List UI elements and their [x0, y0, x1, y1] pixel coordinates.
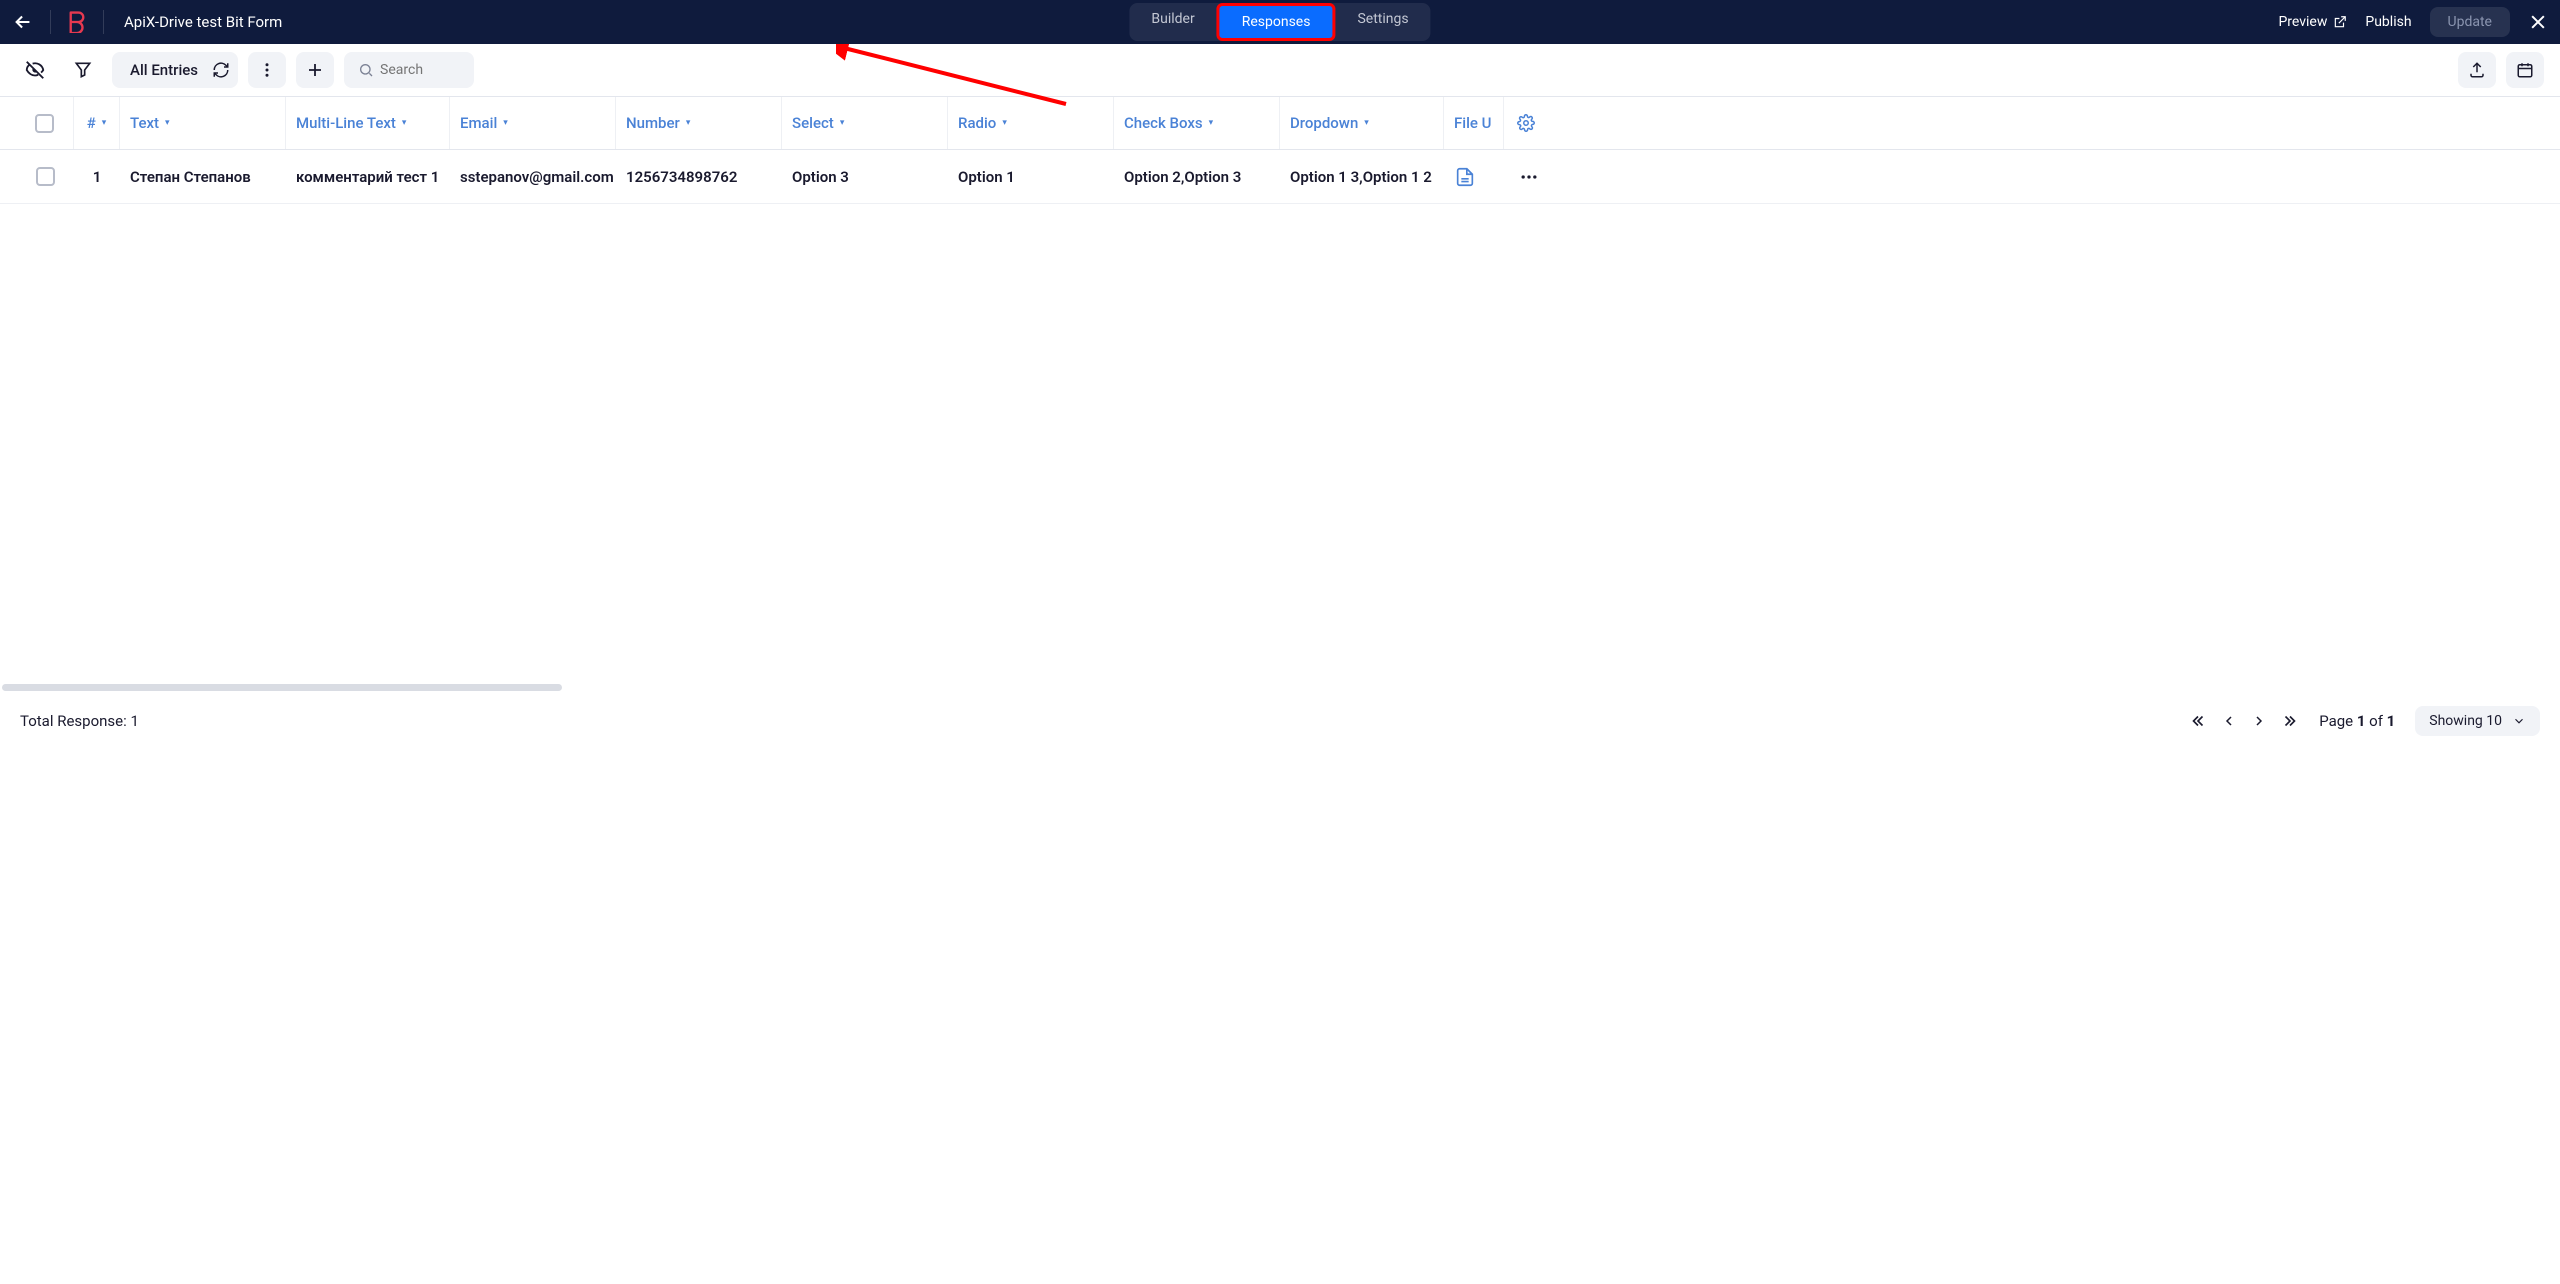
- column-index[interactable]: #▾: [74, 97, 120, 149]
- total-response: Total Response: 1: [20, 712, 139, 730]
- column-radio[interactable]: Radio▾: [948, 97, 1114, 149]
- column-dropdown[interactable]: Dropdown▾: [1280, 97, 1444, 149]
- footer: Total Response: 1 Page 1 of 1 Showing 10: [0, 692, 2560, 750]
- select-all-cell[interactable]: [16, 97, 74, 149]
- cell-radio: Option 1: [948, 150, 1114, 203]
- page-size-label: Showing 10: [2429, 713, 2502, 729]
- cell-email: sstepanov@gmail.com: [450, 150, 616, 203]
- close-button[interactable]: [2528, 12, 2548, 32]
- page-prev[interactable]: [2221, 713, 2237, 729]
- horizontal-scrollbar[interactable]: [0, 684, 2560, 692]
- add-button[interactable]: [296, 52, 334, 88]
- toolbar: All Entries: [0, 44, 2560, 96]
- cell-multiline: комментарий тест 1: [286, 150, 450, 203]
- gear-icon: [1517, 114, 1535, 132]
- form-title: ApiX-Drive test Bit Form: [124, 13, 282, 31]
- cell-number: 1256734898762: [616, 150, 782, 203]
- refresh-icon[interactable]: [212, 61, 230, 79]
- cell-text: Степан Степанов: [120, 150, 286, 203]
- pager: Page 1 of 1 Showing 10: [2189, 706, 2540, 736]
- preview-link[interactable]: Preview: [2278, 14, 2347, 30]
- calendar-button[interactable]: [2506, 52, 2544, 88]
- column-checkboxes[interactable]: Check Boxs▾: [1114, 97, 1280, 149]
- document-icon: [1454, 165, 1476, 189]
- column-text[interactable]: Text▾: [120, 97, 286, 149]
- column-file[interactable]: File U: [1444, 97, 1504, 149]
- visibility-toggle[interactable]: [16, 52, 54, 88]
- tab-settings[interactable]: Settings: [1335, 3, 1430, 41]
- search-input[interactable]: [380, 62, 460, 78]
- more-menu[interactable]: [248, 52, 286, 88]
- main-tabs: Builder Responses Settings: [1129, 3, 1430, 41]
- cell-file[interactable]: [1444, 150, 1504, 203]
- publish-link[interactable]: Publish: [2365, 14, 2411, 30]
- page-last[interactable]: [2281, 712, 2299, 730]
- cell-checkboxes: Option 2,Option 3: [1114, 150, 1280, 203]
- tab-builder[interactable]: Builder: [1129, 3, 1216, 41]
- cell-index: 1: [74, 150, 120, 203]
- preview-label: Preview: [2278, 14, 2327, 30]
- back-button[interactable]: [12, 11, 34, 33]
- chevron-down-icon: [2512, 714, 2526, 728]
- search-icon: [358, 62, 374, 78]
- row-checkbox[interactable]: [36, 167, 55, 186]
- select-all-checkbox[interactable]: [35, 114, 54, 133]
- column-number[interactable]: Number▾: [616, 97, 782, 149]
- column-multiline[interactable]: Multi-Line Text▾: [286, 97, 450, 149]
- page-first[interactable]: [2189, 712, 2207, 730]
- table-header: #▾ Text▾ Multi-Line Text▾ Email▾ Number▾…: [0, 96, 2560, 150]
- row-actions[interactable]: [1504, 150, 1554, 203]
- export-button[interactable]: [2458, 52, 2496, 88]
- column-email[interactable]: Email▾: [450, 97, 616, 149]
- search-box[interactable]: [344, 52, 474, 88]
- more-icon: [1519, 167, 1539, 187]
- app-logo[interactable]: [67, 11, 87, 33]
- cell-dropdown: Option 1 3,Option 1 2: [1280, 150, 1444, 203]
- topbar: ApiX-Drive test Bit Form Builder Respons…: [0, 0, 2560, 44]
- cell-select: Option 3: [782, 150, 948, 203]
- column-settings[interactable]: [1504, 97, 1548, 149]
- update-button[interactable]: Update: [2430, 7, 2510, 37]
- page-size-select[interactable]: Showing 10: [2415, 706, 2540, 736]
- page-info: Page 1 of 1: [2319, 712, 2395, 730]
- entries-label: All Entries: [130, 61, 198, 79]
- filter-button[interactable]: [64, 52, 102, 88]
- column-select[interactable]: Select▾: [782, 97, 948, 149]
- entries-selector[interactable]: All Entries: [112, 52, 238, 88]
- page-next[interactable]: [2251, 713, 2267, 729]
- table-row[interactable]: 1 Степан Степанов комментарий тест 1 sst…: [0, 150, 2560, 204]
- tab-responses[interactable]: Responses: [1217, 3, 1336, 41]
